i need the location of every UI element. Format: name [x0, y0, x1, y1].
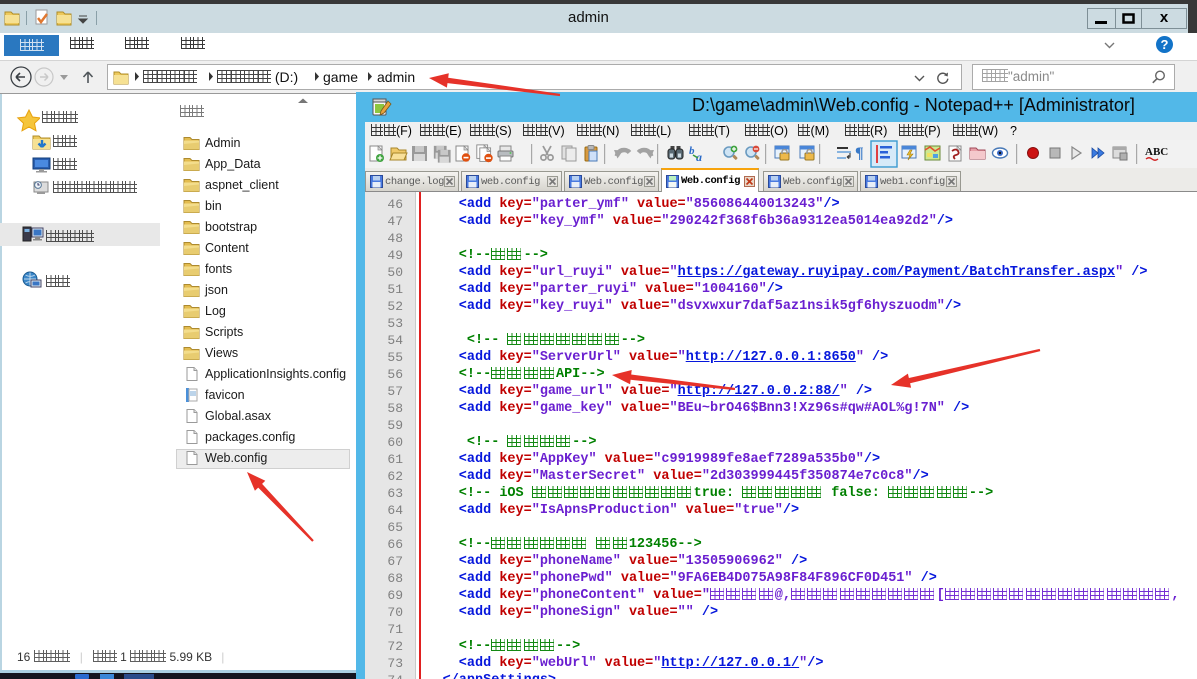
- svg-text:¶: ¶: [855, 145, 864, 162]
- svg-text:ABC: ABC: [1145, 146, 1168, 158]
